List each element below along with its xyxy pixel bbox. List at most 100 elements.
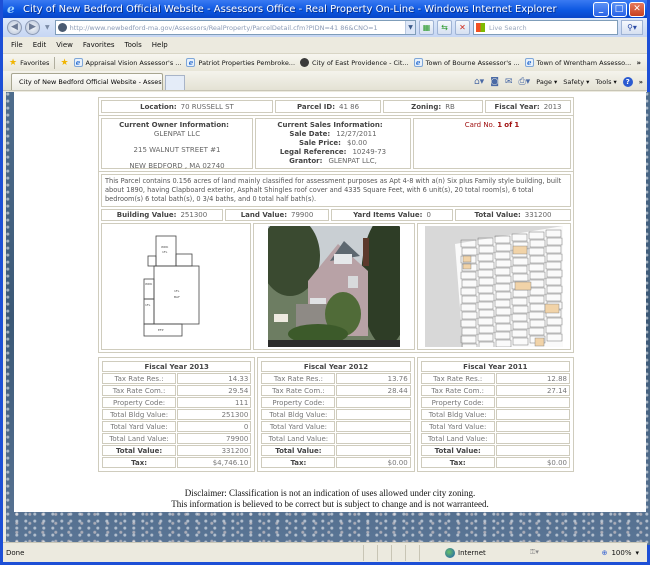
parcel-map[interactable] [417, 223, 571, 350]
window-title: City of New Bedford Official Website - A… [23, 3, 557, 15]
page-menu[interactable]: Page ▾ [536, 78, 557, 86]
refresh-icon[interactable]: ⇆ [437, 20, 452, 35]
table-row: Tax Rate Res.: 12.88 [420, 373, 570, 384]
svg-text:1FL: 1FL [174, 289, 180, 293]
menu-file[interactable]: File [11, 41, 23, 49]
security-zone[interactable]: Internet [445, 547, 530, 558]
status-bar: Done Internet ⚿▾ ⊕ 100% ▾ [3, 542, 647, 562]
row-label: Tax Rate Res.: [420, 373, 495, 384]
minimize-button[interactable]: _ [593, 1, 609, 17]
feeds-icon[interactable]: ◙ [490, 77, 499, 87]
compatibility-view-icon[interactable]: ▦ [419, 20, 434, 35]
row-value: 13.76 [336, 373, 411, 384]
row-value [336, 421, 411, 432]
add-favorite-icon[interactable]: ★ [60, 58, 68, 68]
favorite-link[interactable]: e Patriot Properties Pembroke... [186, 58, 295, 67]
back-button[interactable]: ◀ [7, 20, 22, 35]
site-icon [57, 23, 67, 32]
favorite-link[interactable]: City of East Providence - Cit... [300, 58, 409, 67]
menu-view[interactable]: View [56, 41, 73, 49]
row-value: $0.00 [495, 457, 570, 468]
menu-favorites[interactable]: Favorites [83, 41, 115, 49]
card-number: 1 [497, 121, 503, 129]
total-value: Total Value: 331200 [455, 209, 571, 221]
ie-page-icon: e [186, 58, 196, 67]
row-label: Tax Rate Res.: [102, 373, 177, 384]
favorite-link[interactable]: e Town of Bourne Assessor's ... [413, 58, 520, 67]
forward-button[interactable]: ▶ [25, 20, 40, 35]
row-label: Total Yard Value: [102, 421, 177, 432]
parcel-header: Location: 70 RUSSELL ST Parcel ID: 41 86 Z… [98, 97, 574, 116]
protected-mode-icon[interactable]: ⚿▾ [530, 548, 539, 557]
stop-icon[interactable]: ✕ [455, 20, 470, 35]
row-value: $4,746.10 [177, 457, 252, 468]
menu-tools[interactable]: Tools [125, 41, 142, 49]
row-label: Property Code: [420, 397, 495, 408]
safety-menu[interactable]: Safety ▾ [563, 78, 589, 86]
svg-text:1FL: 1FL [162, 250, 168, 254]
favorites-button[interactable]: ★ Favorites [9, 58, 49, 68]
url-input[interactable]: http://www.newbedford-ma.gov /Assessors/… [54, 20, 416, 35]
menu-bar: File Edit View Favorites Tools Help [3, 37, 647, 53]
house-photo[interactable] [253, 223, 415, 350]
row-value: 331200 [177, 445, 252, 456]
row-value [336, 409, 411, 420]
title-bar: e City of New Bedford Official Website -… [3, 0, 647, 18]
mail-icon[interactable]: ✉ [505, 77, 513, 87]
maximize-button[interactable]: □ [611, 1, 627, 17]
zoom-dropdown-icon[interactable]: ▾ [635, 549, 639, 557]
parcel-description: This Parcel contains 0.156 acres of land… [101, 174, 571, 207]
ie-logo-icon: e [7, 2, 15, 16]
row-value [336, 433, 411, 444]
row-label: Property Code: [261, 397, 336, 408]
help-icon[interactable]: ? [622, 76, 633, 87]
row-label: Total Land Value: [420, 433, 495, 444]
table-row: Total Value: [261, 445, 411, 456]
search-button[interactable]: ⚲▾ [621, 20, 643, 35]
table-row: Tax: $4,746.10 [102, 457, 252, 468]
print-icon[interactable]: ⎙▾ [518, 77, 530, 87]
tab-bar: City of New Bedford Official Website - A… [3, 71, 647, 91]
row-value [495, 397, 570, 408]
table-row: Property Code: [420, 397, 570, 408]
row-value: 29.54 [177, 385, 252, 396]
favorite-link[interactable]: e Appraisal Vision Assessor's ... [73, 58, 181, 67]
url-path: /Assessors/RealProperty/ParcelDetail.cfm… [172, 23, 378, 32]
status-text: Done [6, 548, 25, 557]
browser-window: e City of New Bedford Official Website -… [0, 0, 650, 565]
more-chevron-icon[interactable]: » [639, 78, 643, 86]
url-dropdown-icon[interactable]: ▼ [405, 21, 415, 34]
recent-pages-dropdown[interactable]: ▼ [45, 24, 50, 31]
favorite-link[interactable]: e Town of Wrentham Assesso... [524, 58, 631, 67]
tools-menu[interactable]: Tools ▾ [595, 78, 616, 86]
menu-edit[interactable]: Edit [33, 41, 47, 49]
parcel-map-image [425, 226, 563, 347]
row-label: Tax Rate Com.: [102, 385, 177, 396]
building-sketch[interactable]: WDK 1FL 1FL BAF WDK 1FL EFP [101, 223, 251, 350]
table-row: Tax Rate Com.: 27.14 [420, 385, 570, 396]
row-value [336, 445, 411, 456]
row-value: 251300 [177, 409, 252, 420]
internet-zone-icon [445, 547, 455, 558]
row-label: Tax Rate Com.: [261, 385, 336, 396]
row-value [336, 397, 411, 408]
row-value: 27.14 [495, 385, 570, 396]
fiscal-year-title: Fiscal Year 2012 [261, 361, 411, 372]
row-value: 111 [177, 397, 252, 408]
menu-help[interactable]: Help [152, 41, 168, 49]
zoom-level[interactable]: ⊕ 100% ▾ [602, 549, 639, 557]
zoning-field: Zoning: RB [383, 100, 483, 113]
owner-info: Current Owner Information: GLENPAT LLC 2… [101, 118, 253, 170]
row-label: Tax: [420, 457, 495, 468]
table-row: Tax Rate Res.: 13.76 [261, 373, 411, 384]
fiscal-years: Fiscal Year 2013 Tax Rate Res.: 14.33 Tax R… [98, 357, 574, 472]
table-row: Tax Rate Com.: 29.54 [102, 385, 252, 396]
more-chevron-icon[interactable]: » [636, 59, 641, 67]
home-icon[interactable]: ⌂▾ [474, 77, 484, 87]
tab-active[interactable]: City of New Bedford Official Website - A… [11, 73, 163, 90]
new-tab-button[interactable] [165, 75, 185, 90]
ie-page-icon: e [73, 58, 83, 67]
row-value: 14.33 [177, 373, 252, 384]
search-input[interactable]: Live Search [473, 20, 618, 35]
close-button[interactable]: ✕ [629, 1, 645, 17]
